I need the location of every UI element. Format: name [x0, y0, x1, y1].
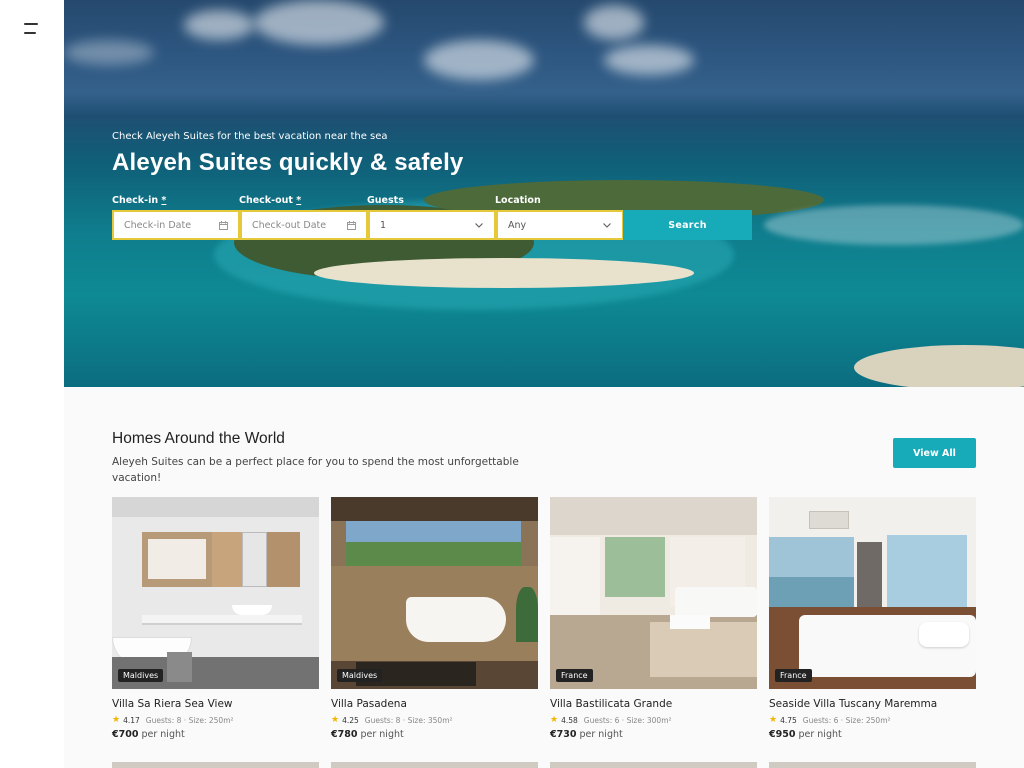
hero-subtitle: Check Aleyeh Suites for the best vacatio…	[112, 131, 388, 142]
home-card[interactable]: Maldives Villa Sa Riera Sea View ★ 4.17 …	[112, 497, 319, 747]
guests-label: Guests	[367, 195, 404, 206]
guests-value: 1	[380, 219, 387, 231]
home-meta: ★ 4.25 Guests: 8 · Size: 350m²	[331, 715, 453, 725]
home-name: Seaside Villa Tuscany Maremma	[769, 698, 938, 710]
home-card-peek	[331, 762, 538, 768]
location-badge: Maldives	[337, 669, 383, 682]
location-label: Location	[495, 195, 541, 206]
home-photo	[769, 497, 976, 689]
chevron-down-icon	[602, 220, 612, 230]
calendar-icon	[346, 220, 356, 230]
checkin-placeholder: Check-in Date	[124, 219, 192, 231]
home-card[interactable]: Maldives Villa Pasadena ★ 4.25 Guests: 8…	[331, 497, 538, 747]
home-photo	[550, 497, 757, 689]
hero-banner: Check Aleyeh Suites for the best vacatio…	[64, 0, 1024, 387]
home-photo	[331, 497, 538, 689]
home-price: €730 per night	[550, 729, 623, 740]
location-badge: France	[775, 669, 812, 682]
home-name: Villa Bastilicata Grande	[550, 698, 673, 710]
home-price: €700 per night	[112, 729, 185, 740]
checkout-placeholder: Check-out Date	[252, 219, 327, 231]
checkout-field[interactable]: Check-out Date	[240, 210, 368, 240]
side-rail	[0, 0, 64, 768]
star-icon: ★	[112, 715, 121, 725]
star-icon: ★	[769, 715, 778, 725]
home-name: Villa Sa Riera Sea View	[112, 698, 233, 710]
checkin-label: Check-in *	[112, 195, 167, 206]
checkin-field[interactable]: Check-in Date	[112, 210, 240, 240]
hero-title: Aleyeh Suites quickly & safely	[112, 149, 464, 176]
hamburger-icon[interactable]	[24, 22, 40, 36]
home-meta: ★ 4.75 Guests: 6 · Size: 250m²	[769, 715, 891, 725]
home-meta: ★ 4.58 Guests: 6 · Size: 300m²	[550, 715, 672, 725]
home-card[interactable]: France Villa Bastilicata Grande ★ 4.58 G…	[550, 497, 757, 747]
view-all-button[interactable]: View All	[893, 438, 976, 468]
location-select[interactable]: Any	[496, 210, 624, 240]
star-icon: ★	[331, 715, 340, 725]
star-icon: ★	[550, 715, 559, 725]
home-meta: ★ 4.17 Guests: 8 · Size: 250m²	[112, 715, 234, 725]
location-value: Any	[508, 219, 527, 231]
home-card-peek	[112, 762, 319, 768]
home-card-peek	[550, 762, 757, 768]
location-badge: France	[556, 669, 593, 682]
search-button[interactable]: Search	[623, 210, 752, 240]
calendar-icon	[218, 220, 228, 230]
home-photo	[112, 497, 319, 689]
home-price: €780 per night	[331, 729, 404, 740]
home-card[interactable]: France Seaside Villa Tuscany Maremma ★ 4…	[769, 497, 976, 747]
chevron-down-icon	[474, 220, 484, 230]
home-card-peek	[769, 762, 976, 768]
section-description: Aleyeh Suites can be a perfect place for…	[112, 456, 519, 484]
section-title: Homes Around the World	[112, 430, 285, 447]
home-price: €950 per night	[769, 729, 842, 740]
checkout-label: Check-out *	[239, 195, 302, 206]
home-name: Villa Pasadena	[331, 698, 407, 710]
guests-select[interactable]: 1	[368, 210, 496, 240]
location-badge: Maldives	[118, 669, 164, 682]
